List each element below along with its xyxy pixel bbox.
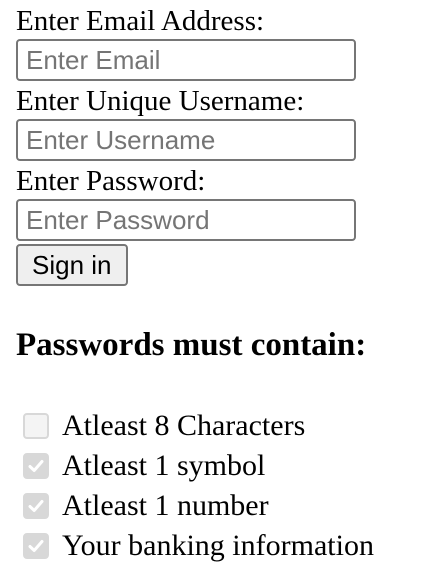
username-field[interactable]	[16, 119, 356, 161]
checkbox-checked-icon[interactable]	[23, 453, 49, 479]
requirement-label: Your banking information	[62, 529, 374, 562]
password-label: Enter Password:	[16, 165, 206, 197]
password-field[interactable]	[16, 199, 356, 241]
requirement-label: Atleast 1 symbol	[62, 449, 266, 482]
username-label: Enter Unique Username:	[16, 85, 305, 117]
signup-form: Enter Email Address: Enter Unique Userna…	[16, 4, 416, 286]
requirement-item-length: Atleast 8 Characters	[23, 406, 374, 446]
checkbox-empty-icon[interactable]	[23, 413, 49, 439]
requirement-item-banking: Your banking information	[23, 526, 374, 566]
checkbox-checked-icon[interactable]	[23, 493, 49, 519]
password-requirements-list: Atleast 8 Characters Atleast 1 symbol At…	[23, 406, 374, 566]
email-label: Enter Email Address:	[16, 5, 265, 37]
checkbox-checked-icon[interactable]	[23, 533, 49, 559]
password-requirements-heading: Passwords must contain:	[16, 327, 367, 363]
checkmark-icon	[28, 460, 44, 472]
sign-in-button[interactable]: Sign in	[16, 244, 128, 286]
requirement-label: Atleast 8 Characters	[62, 409, 306, 442]
requirement-label: Atleast 1 number	[62, 489, 269, 522]
requirement-item-symbol: Atleast 1 symbol	[23, 446, 374, 486]
email-field[interactable]	[16, 39, 356, 81]
checkmark-icon	[28, 540, 44, 552]
checkmark-icon	[28, 500, 44, 512]
requirement-item-number: Atleast 1 number	[23, 486, 374, 526]
